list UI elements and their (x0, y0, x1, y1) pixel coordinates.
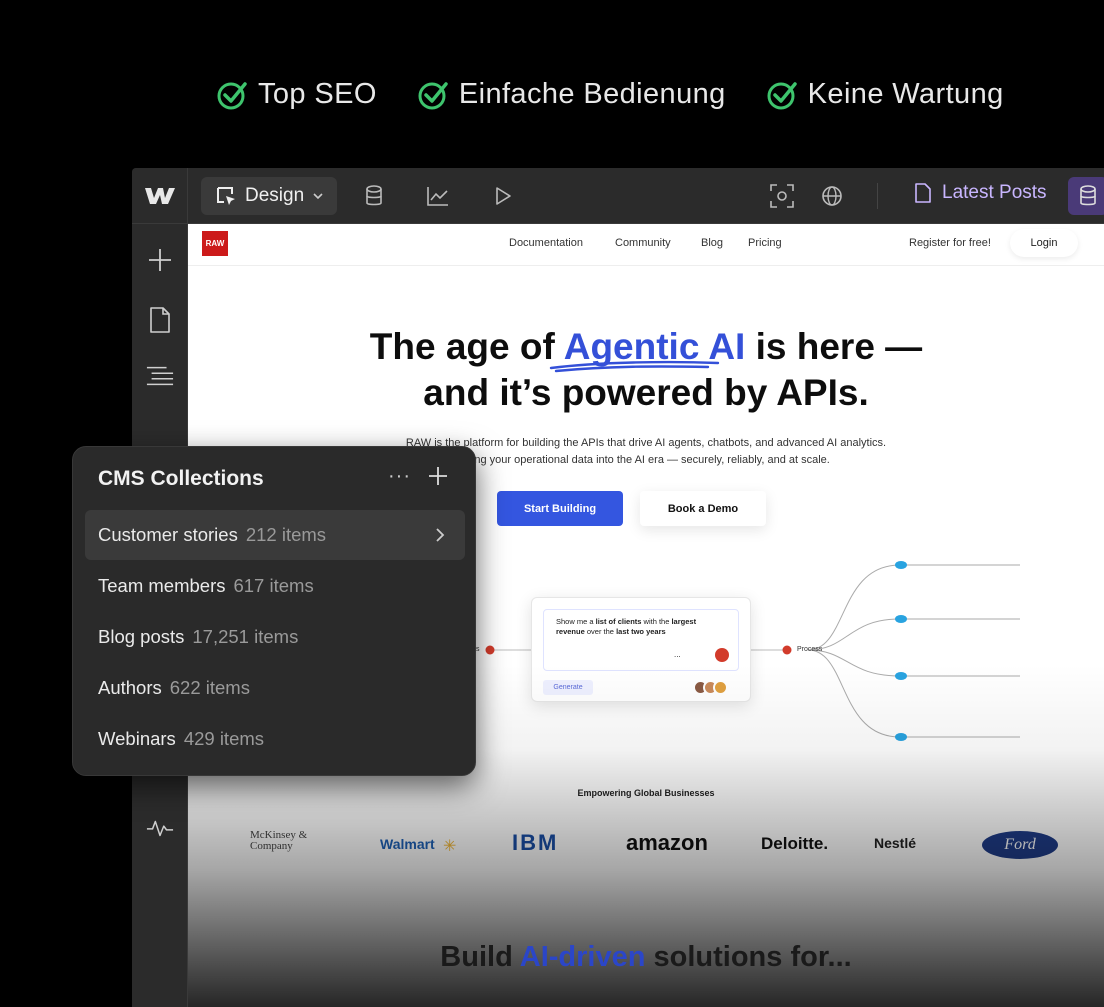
prompt-text: with the (641, 617, 672, 626)
check-circle-icon (217, 81, 247, 109)
site-logo[interactable]: RAW (202, 231, 228, 256)
chevron-down-icon (313, 193, 323, 200)
page-selector[interactable]: Latest Posts (914, 182, 1047, 204)
collection-name: Blog posts (98, 626, 185, 647)
ford-logo: Ford (982, 831, 1058, 859)
prompt-dots: ... (674, 650, 681, 659)
cms-database-button[interactable] (1068, 177, 1104, 215)
collection-count: 17,251 items (192, 626, 299, 647)
prompt-text: Show me a (556, 617, 596, 626)
generate-button[interactable]: Generate (543, 680, 593, 695)
feature-label: Einfache Bedienung (458, 78, 726, 110)
chart-icon[interactable] (424, 182, 452, 210)
prompt-bold: list of clients (595, 617, 642, 626)
mckinsey-logo: McKinsey & Company (250, 829, 308, 852)
hero-underline (549, 360, 720, 373)
collection-name: Customer stories (98, 524, 238, 545)
walmart-logo: Walmart (380, 836, 435, 852)
login-button[interactable]: Login (1010, 229, 1078, 257)
feature-label: Top SEO (258, 78, 377, 110)
book-demo-button[interactable]: Book a Demo (640, 491, 766, 526)
record-icon[interactable] (715, 648, 729, 662)
nav-link-blog[interactable]: Blog (701, 237, 723, 249)
feature-item: Einfache Bedienung (417, 78, 726, 111)
navigator-icon[interactable] (146, 362, 174, 390)
collection-item-team-members[interactable]: Team members 617 items (85, 561, 465, 611)
empower-heading: Empowering Global Businesses (577, 788, 715, 798)
collection-item-customer-stories[interactable]: Customer stories 212 items (85, 510, 465, 560)
collection-count: 429 items (183, 728, 265, 749)
page-selector-label: Latest Posts (942, 182, 1047, 203)
section-title: Build AI-driven solutions for... (188, 941, 1104, 974)
page-icon[interactable] (146, 306, 174, 334)
toolbar-divider (877, 183, 878, 209)
section-title-accent: AI-driven (519, 941, 646, 973)
salesforce-node (895, 615, 907, 623)
site-navbar: RAW Documentation Community Blog Pricing… (188, 224, 1104, 266)
register-link[interactable]: Register for free! (909, 237, 991, 249)
salesforce-node (895, 733, 907, 741)
start-building-button[interactable]: Start Building (497, 491, 623, 526)
salesforce-node (895, 672, 907, 680)
chevron-right-icon (436, 528, 445, 542)
database-icon (1080, 185, 1096, 206)
feature-item: Top SEO (216, 78, 377, 111)
avatar-group (693, 680, 728, 695)
page-icon (915, 183, 931, 203)
activity-icon[interactable] (146, 814, 174, 842)
webflow-logo-icon[interactable] (132, 168, 188, 224)
avatar (713, 680, 728, 695)
nav-link-documentation[interactable]: Documentation (509, 237, 583, 249)
salesforce-node (895, 561, 907, 569)
collection-item-blog-posts[interactable]: Blog posts 17,251 items (85, 612, 465, 662)
design-mode-label: Design (245, 185, 305, 206)
prompt-bold: last two years (616, 627, 666, 636)
database-icon[interactable] (360, 182, 388, 210)
play-icon[interactable] (489, 182, 517, 210)
ibm-logo: IBM (512, 830, 559, 855)
collection-count: 212 items (245, 524, 327, 545)
amazon-logo: amazon (626, 830, 708, 855)
prompt-input[interactable]: Show me a list of clients with the large… (543, 609, 739, 671)
collection-count: 617 items (233, 575, 314, 596)
feature-list: Top SEO Einfache Bedienung Keine Wartung (216, 78, 1004, 111)
hero-text: The age of (369, 326, 564, 367)
editor-toolbar: Design Latest Posts (132, 168, 1104, 224)
deloitte-logo: Deloitte. (761, 834, 829, 853)
prompt-text: over the (584, 627, 617, 636)
nestle-logo: Nestlé (874, 835, 917, 851)
check-circle-icon (418, 81, 448, 109)
nav-link-community[interactable]: Community (615, 237, 671, 249)
collection-name: Team members (98, 575, 226, 596)
plus-icon[interactable] (146, 246, 174, 274)
flow-label: s (476, 646, 480, 653)
collection-item-authors[interactable]: Authors 622 items (85, 663, 465, 713)
feature-item: Keine Wartung (766, 78, 1004, 111)
check-circle-icon (767, 81, 797, 109)
process-label: Process (797, 646, 823, 653)
collection-item-webinars[interactable]: Webinars 429 items (85, 714, 465, 764)
cursor-select-icon (217, 187, 235, 205)
collection-name: Webinars (98, 728, 176, 749)
collection-count: 622 items (169, 677, 250, 698)
spark-icon: ✳ (443, 838, 457, 855)
section-title-text: Build (440, 941, 520, 973)
nav-link-pricing[interactable]: Pricing (748, 237, 782, 249)
globe-icon[interactable] (818, 182, 846, 210)
hero-line-2: and it’s powered by APIs. (423, 372, 869, 413)
more-options-icon[interactable]: ··· (388, 465, 411, 488)
focus-icon[interactable] (768, 182, 796, 210)
section-title-text: solutions for... (645, 941, 852, 973)
cms-collections-panel: CMS Collections ··· Customer stories 212 … (72, 446, 476, 776)
cms-title: CMS Collections (98, 467, 264, 490)
add-collection-icon[interactable] (425, 463, 451, 489)
collection-name: Authors (98, 677, 162, 698)
hero-text: is here — (745, 326, 923, 367)
prompt-card: Show me a list of clients with the large… (531, 597, 751, 702)
feature-label: Keine Wartung (807, 78, 1004, 110)
design-mode-button[interactable]: Design (201, 177, 337, 215)
